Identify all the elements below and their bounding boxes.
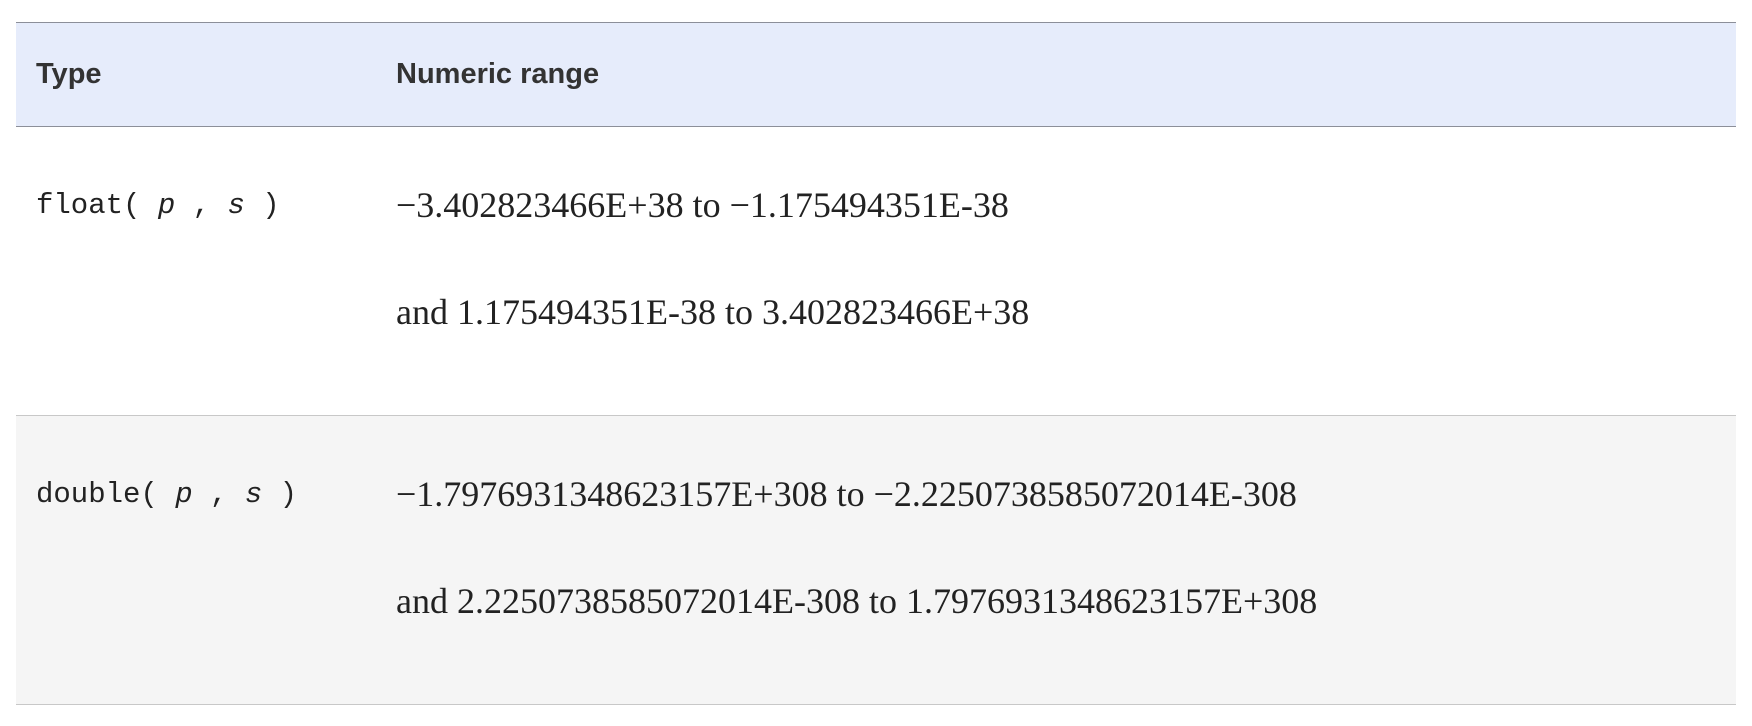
table-body: float( p , s ) −3.402823466E+38 to −1.17… (16, 126, 1736, 705)
type-close-paren: ) (244, 189, 280, 222)
numeric-range-table: Type Numeric range float( p , s ) −3.402… (16, 22, 1736, 705)
type-open-paren: ( (123, 189, 158, 222)
type-name: double (36, 478, 141, 511)
table-row-float: float( p , s ) −3.402823466E+38 to −1.17… (16, 126, 1736, 416)
numeric-range-table-container: Type Numeric range float( p , s ) −3.402… (16, 22, 1736, 705)
range-cell: −1.7976931348623157E+308 to −2.225073858… (396, 416, 1736, 705)
type-cell: double( p , s ) (16, 416, 396, 705)
param-separator: , (175, 189, 228, 222)
range-positive: and 2.2250738585072014E-308 to 1.7976931… (396, 581, 1318, 621)
scale-param: s (244, 478, 263, 511)
type-name: float (36, 189, 124, 222)
precision-param: p (175, 478, 193, 511)
type-cell: float( p , s ) (16, 127, 396, 416)
column-header-type: Type (36, 58, 102, 90)
type-open-paren: ( (140, 478, 176, 511)
type-signature: double( p , s ) (36, 478, 297, 511)
scale-param: s (227, 189, 245, 222)
range-cell: −3.402823466E+38 to −1.175494351E-38 and… (396, 127, 1736, 416)
table-row-double: double( p , s ) −1.7976931348623157E+308… (16, 415, 1736, 705)
header-row: Type Numeric range (16, 22, 1736, 127)
param-separator: , (192, 478, 245, 511)
range-negative: −3.402823466E+38 to −1.175494351E-38 (396, 185, 1009, 225)
range-positive: and 1.175494351E-38 to 3.402823466E+38 (396, 292, 1030, 332)
type-close-paren: ) (262, 478, 298, 511)
range-negative: −1.7976931348623157E+308 to −2.225073858… (396, 474, 1297, 514)
type-signature: float( p , s ) (36, 189, 280, 222)
precision-param: p (157, 189, 176, 222)
column-header-numeric-range: Numeric range (396, 58, 600, 90)
table-header: Type Numeric range (16, 22, 1736, 127)
